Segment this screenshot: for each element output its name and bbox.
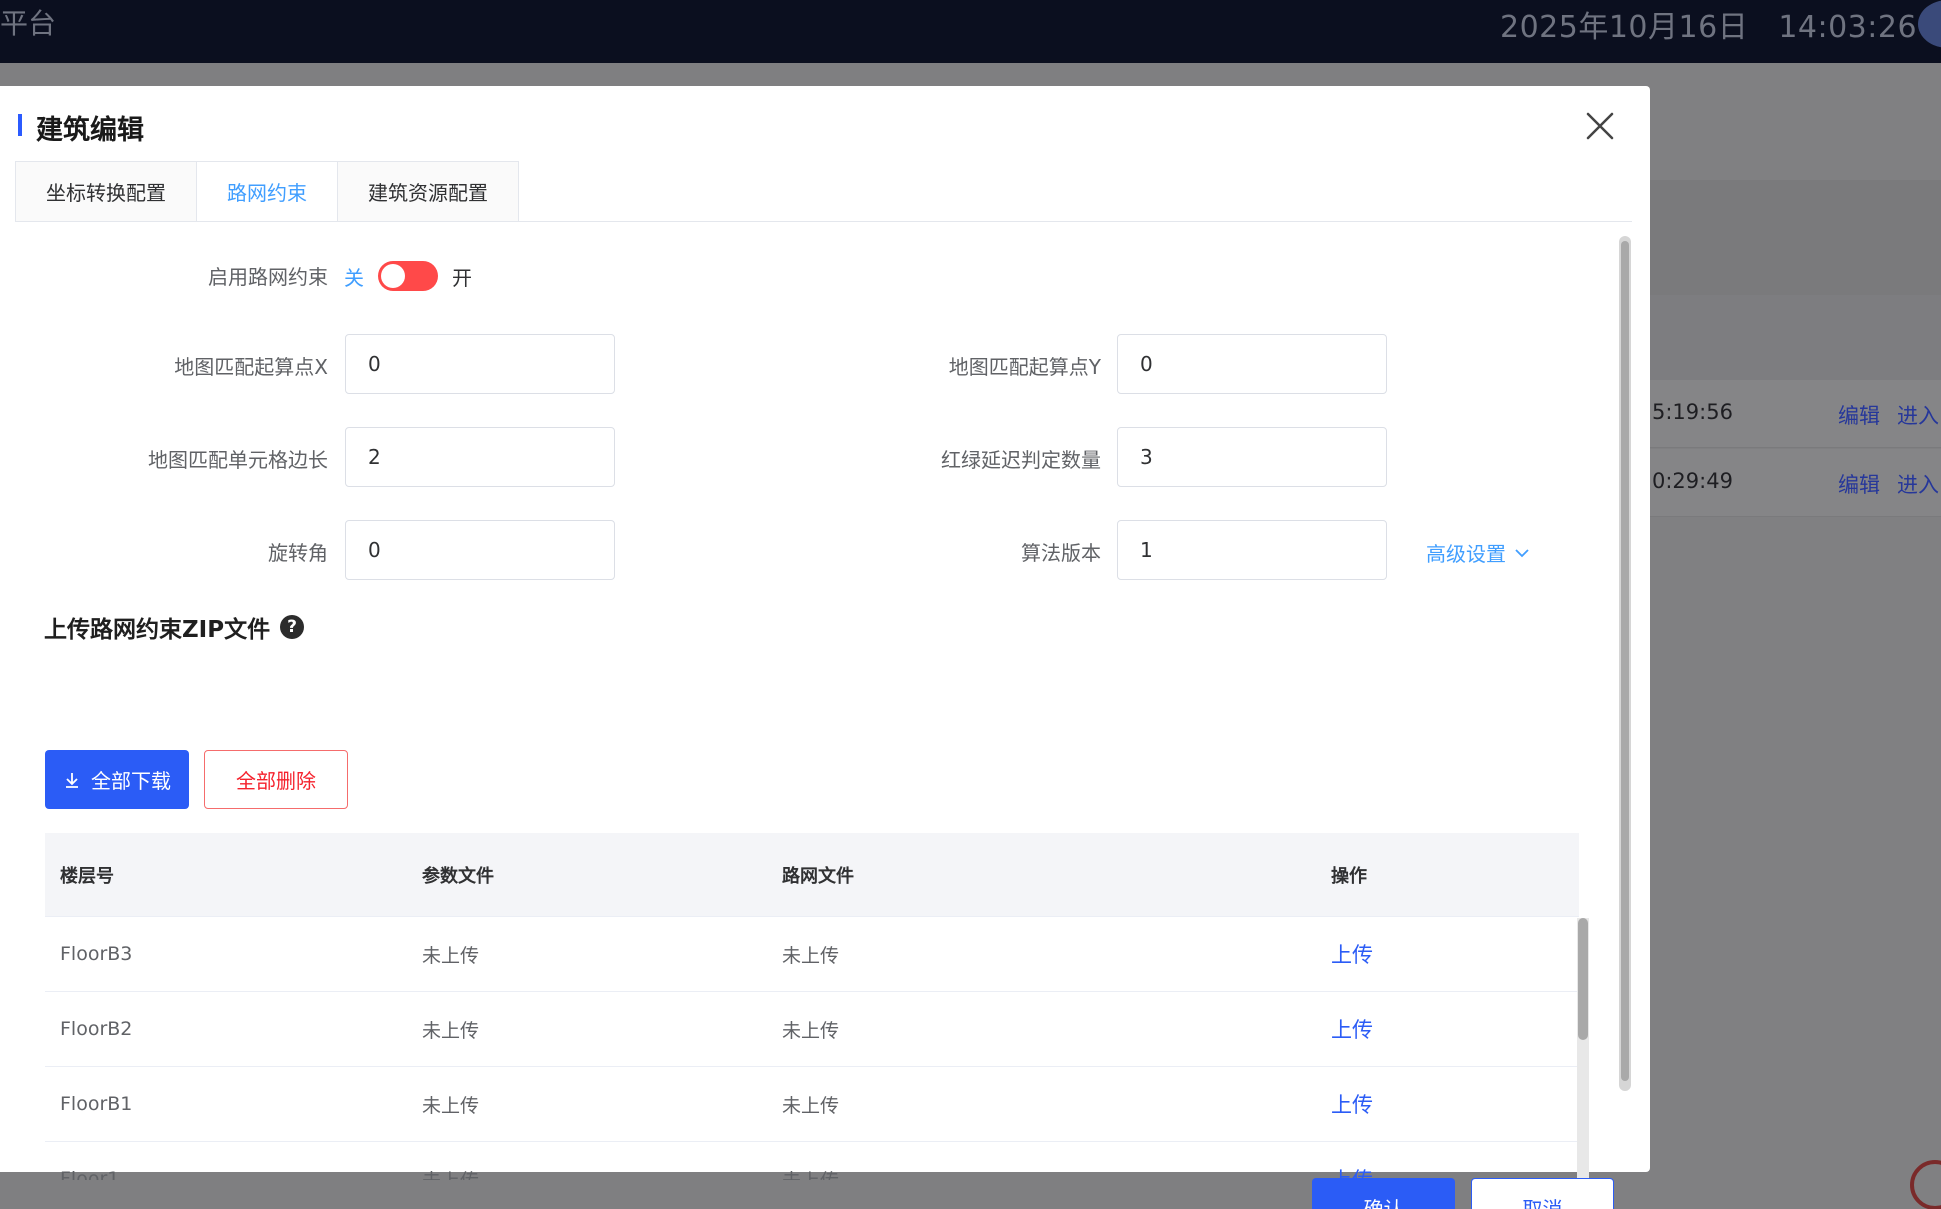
building-edit-dialog: 建筑编辑 坐标转换配置 路网约束 建筑资源配置 启用路网约束 关 开 地图匹配起… — [0, 86, 1650, 1209]
header-param-file: 参数文件 — [422, 865, 494, 887]
param-file-cell: 未上传 — [422, 1094, 480, 1117]
header-action: 操作 — [1331, 865, 1367, 887]
road-file-cell: 未上传 — [782, 944, 840, 967]
table-scrollbar-thumb[interactable] — [1578, 918, 1588, 1040]
app-brand: 平台 — [0, 7, 57, 40]
app-topbar: 平台 2025年10月16日 14:03:26 — [0, 0, 1941, 63]
chevron-down-icon — [1515, 548, 1529, 557]
delete-all-button[interactable]: 全部删除 — [204, 750, 348, 809]
advanced-settings-toggle[interactable]: 高级设置 — [1426, 538, 1530, 567]
param-file-cell: 未上传 — [422, 1166, 479, 1181]
start-x-input[interactable]: 0 — [345, 334, 615, 394]
floor-cell: FloorB3 — [60, 943, 133, 965]
date-text: 2025年10月16日 — [1500, 10, 1749, 45]
background-row-time: 0:29:49 — [1652, 469, 1733, 493]
floor-cell: FloorB1 — [60, 1093, 133, 1115]
road-file-cell: 未上传 — [782, 1166, 839, 1181]
table-row: Floor1 未上传 未上传 上传 — [45, 1142, 1579, 1180]
start-y-input[interactable]: 0 — [1117, 334, 1387, 394]
cell-size-input[interactable]: 2 — [345, 427, 615, 487]
toggle-knob — [381, 264, 405, 288]
table-row: FloorB2 未上传 未上传 上传 — [45, 992, 1579, 1067]
download-all-label: 全部下载 — [91, 769, 171, 793]
background-edit-link[interactable]: 编辑 — [1838, 469, 1880, 499]
avatar[interactable] — [1918, 0, 1941, 48]
upload-link[interactable]: 上传 — [1331, 939, 1373, 969]
advanced-settings-label: 高级设置 — [1426, 542, 1506, 566]
delay-count-label: 红绿延迟判定数量 — [941, 448, 1101, 472]
upload-link[interactable]: 上传 — [1331, 1089, 1373, 1119]
upload-section-title: 上传路网约束ZIP文件 ? — [44, 610, 305, 644]
tab-road-constraint[interactable]: 路网约束 — [196, 161, 337, 222]
algo-version-label: 算法版本 — [1021, 541, 1101, 565]
background-enter-link[interactable]: 进入 — [1897, 400, 1939, 430]
param-file-cell: 未上传 — [422, 1019, 480, 1042]
upload-section-title-text: 上传路网约束ZIP文件 — [44, 617, 271, 643]
header-floor: 楼层号 — [60, 865, 114, 887]
upload-link[interactable]: 上传 — [1331, 1014, 1373, 1044]
download-icon — [66, 772, 78, 788]
tab-bar: 坐标转换配置 路网约束 建筑资源配置 — [15, 161, 519, 222]
cell-size-label: 地图匹配单元格边长 — [148, 448, 328, 472]
rotation-input[interactable]: 0 — [345, 520, 615, 580]
start-y-label: 地图匹配起算点Y — [948, 355, 1101, 379]
background-table-header — [1600, 295, 1941, 380]
background-enter-link[interactable]: 进入 — [1897, 469, 1939, 499]
floor-cell: FloorB2 — [60, 1018, 133, 1040]
cancel-button[interactable]: 取消 — [1471, 1178, 1614, 1209]
table-row: FloorB1 未上传 未上传 上传 — [45, 1067, 1579, 1142]
enable-constraint-label: 启用路网约束 — [208, 265, 328, 289]
start-x-label: 地图匹配起算点X — [174, 355, 328, 379]
rotation-label: 旋转角 — [268, 541, 328, 565]
switch-on-label[interactable]: 开 — [452, 262, 472, 291]
enable-constraint-toggle[interactable] — [378, 261, 438, 291]
algo-version-input[interactable]: 1 — [1117, 520, 1387, 580]
confirm-button[interactable]: 确认 — [1312, 1178, 1455, 1209]
help-icon[interactable]: ? — [280, 615, 305, 639]
delay-count-input[interactable]: 3 — [1117, 427, 1387, 487]
title-accent-bar — [18, 114, 22, 136]
tabs-divider — [15, 221, 1632, 222]
tab-coordinate-config[interactable]: 坐标转换配置 — [15, 161, 196, 222]
background-row-time: 5:19:56 — [1652, 400, 1733, 424]
dialog-title: 建筑编辑 — [36, 115, 144, 146]
switch-off-label[interactable]: 关 — [344, 262, 364, 291]
floor-cell: Floor1 — [60, 1168, 120, 1180]
table-row: FloorB3 未上传 未上传 上传 — [45, 917, 1579, 992]
background-table-row: 5:19:56 编辑 进入 — [1600, 380, 1941, 448]
close-icon — [1586, 112, 1614, 140]
background-table-row: 0:29:49 编辑 进入 — [1600, 449, 1941, 517]
tab-building-resource[interactable]: 建筑资源配置 — [337, 161, 519, 222]
download-all-button[interactable]: 全部下载 — [45, 750, 189, 809]
param-file-cell: 未上传 — [422, 944, 480, 967]
close-button[interactable] — [1580, 106, 1620, 146]
road-file-cell: 未上传 — [782, 1019, 840, 1042]
table-header-row: 楼层号 参数文件 路网文件 操作 — [45, 833, 1579, 917]
floor-files-table: 楼层号 参数文件 路网文件 操作 FloorB3 未上传 未上传 上传 Floo… — [45, 833, 1579, 1180]
road-file-cell: 未上传 — [782, 1094, 840, 1117]
background-edit-link[interactable]: 编辑 — [1838, 400, 1880, 430]
time-text: 14:03:26 — [1778, 10, 1918, 45]
dialog-scrollbar-thumb[interactable] — [1621, 241, 1629, 1081]
datetime-display: 2025年10月16日 14:03:26 — [1500, 2, 1917, 46]
background-strip — [1600, 180, 1941, 300]
enable-constraint-switch-group: 关 开 — [344, 261, 472, 291]
header-road-file: 路网文件 — [782, 865, 854, 887]
